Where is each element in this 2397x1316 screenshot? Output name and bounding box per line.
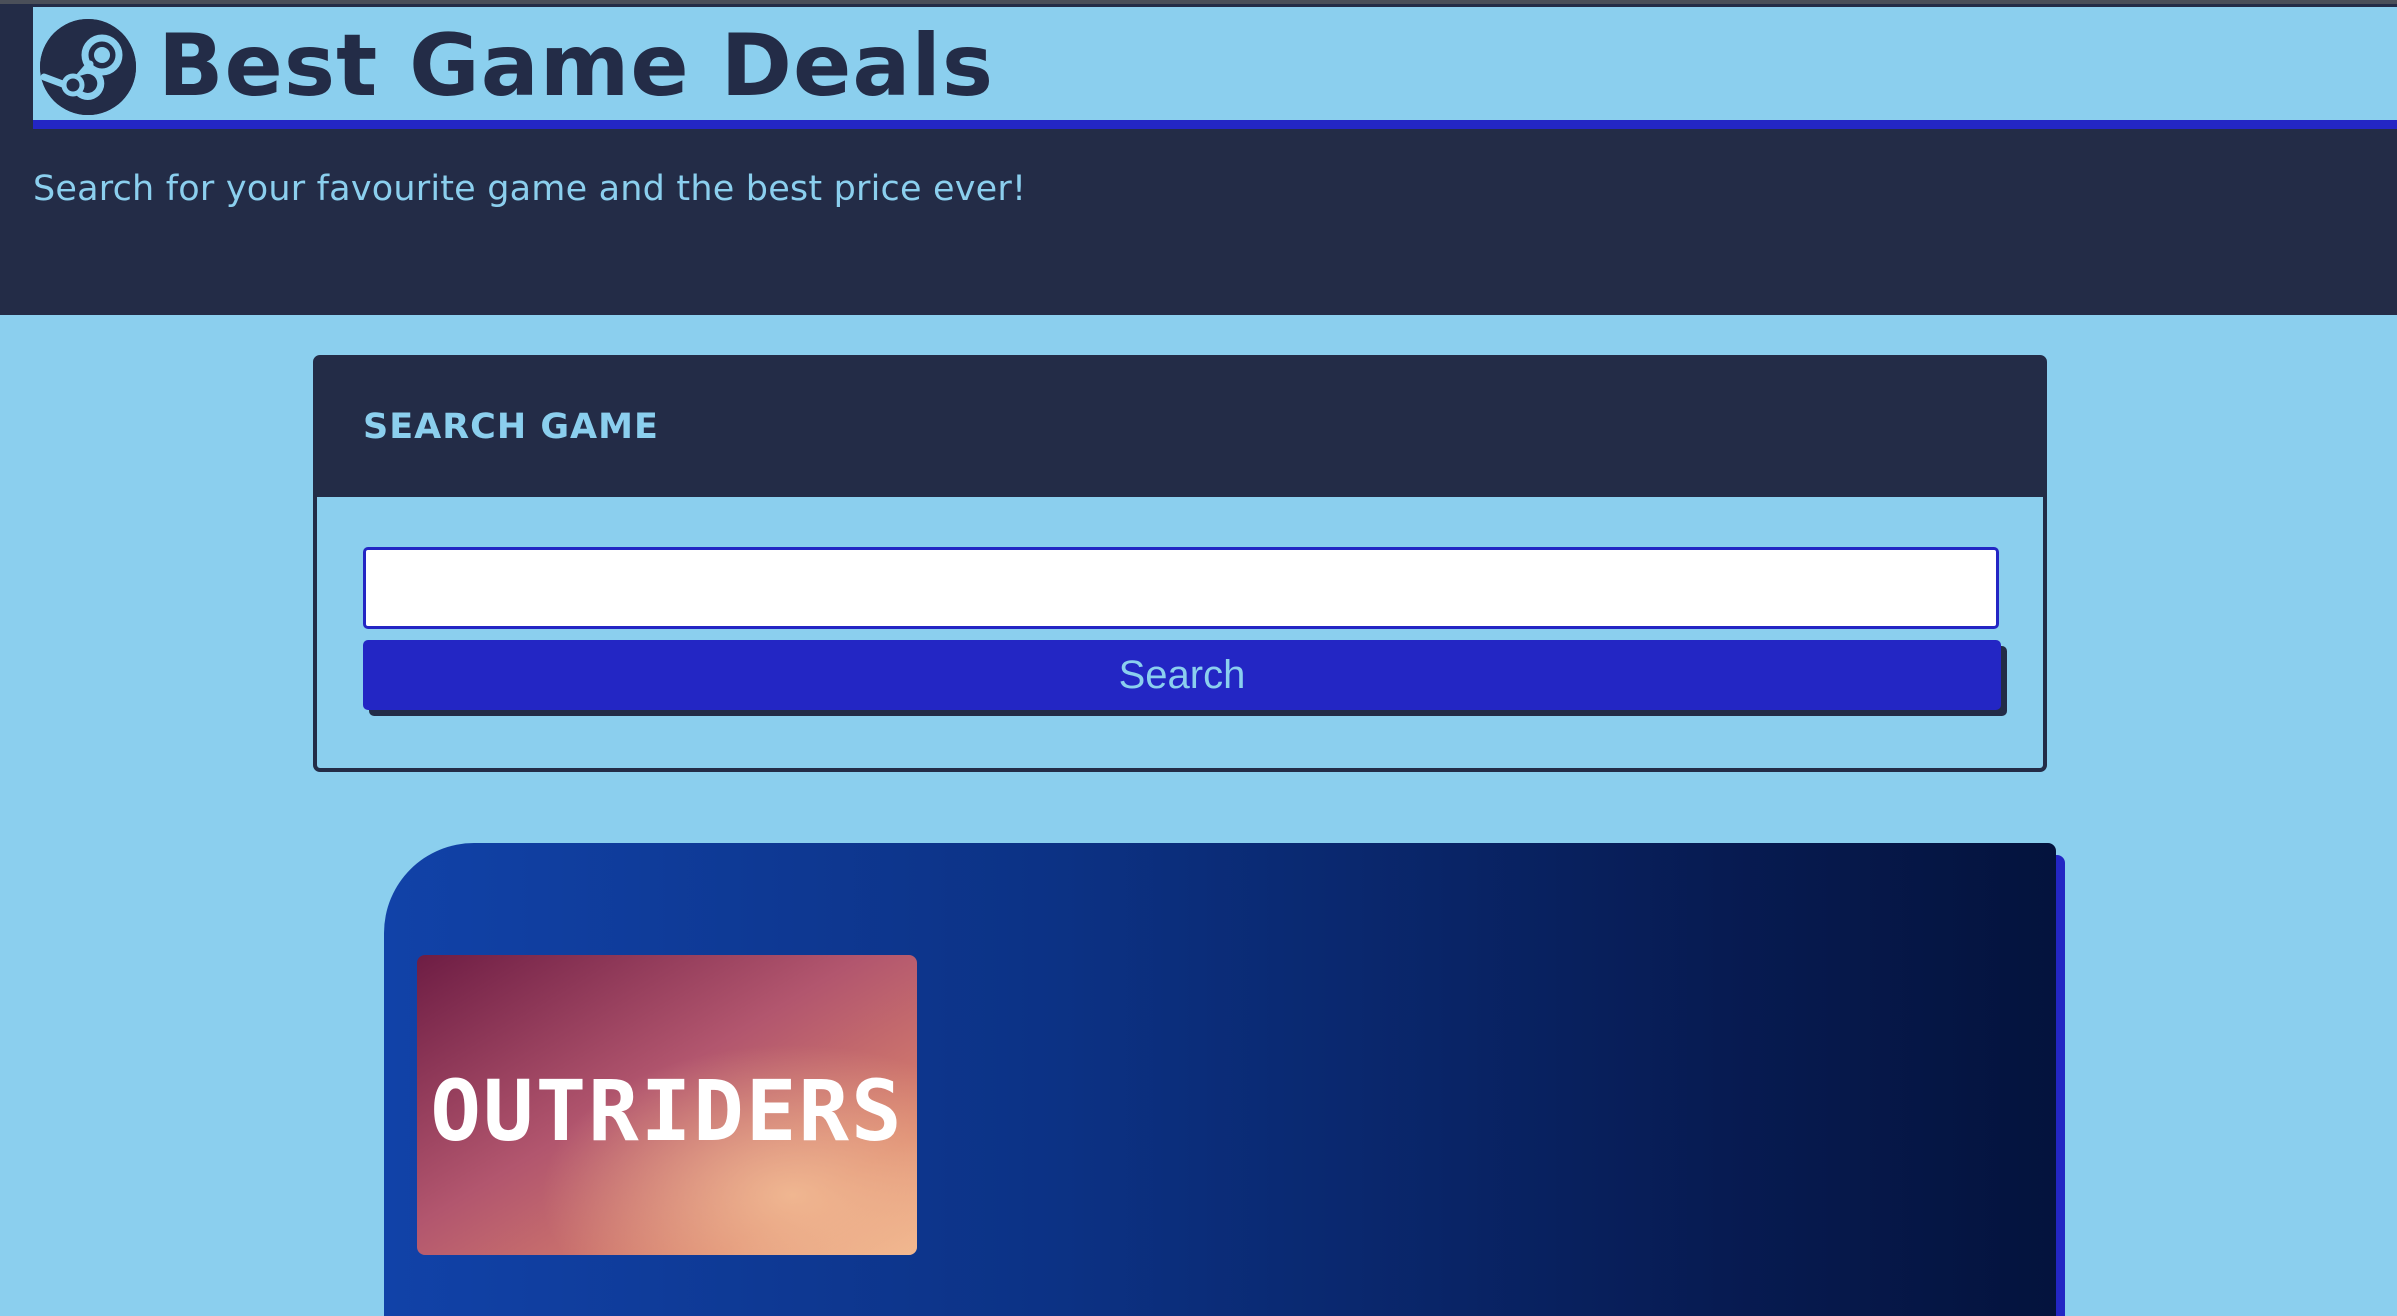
game-thumbnail-image: OUTRIDERS: [417, 955, 917, 1255]
title-bar: Best Game Deals: [33, 7, 2397, 129]
search-input[interactable]: [363, 547, 1999, 629]
game-result-card[interactable]: OUTRIDERS: [384, 843, 2056, 1316]
steam-logo-icon: [40, 19, 136, 115]
search-game-card: SEARCH GAME Search: [313, 355, 2047, 772]
site-tagline: Search for your favourite game and the b…: [33, 169, 1027, 209]
game-thumbnail[interactable]: OUTRIDERS: [417, 955, 917, 1255]
search-card-title: SEARCH GAME: [363, 407, 659, 447]
site-header: Best Game Deals Search for your favourit…: [0, 4, 2397, 315]
search-button[interactable]: Search: [363, 640, 2001, 710]
site-title: Best Game Deals: [158, 16, 995, 116]
game-title-text: OUTRIDERS: [430, 1062, 903, 1160]
search-card-header: SEARCH GAME: [317, 359, 2043, 497]
